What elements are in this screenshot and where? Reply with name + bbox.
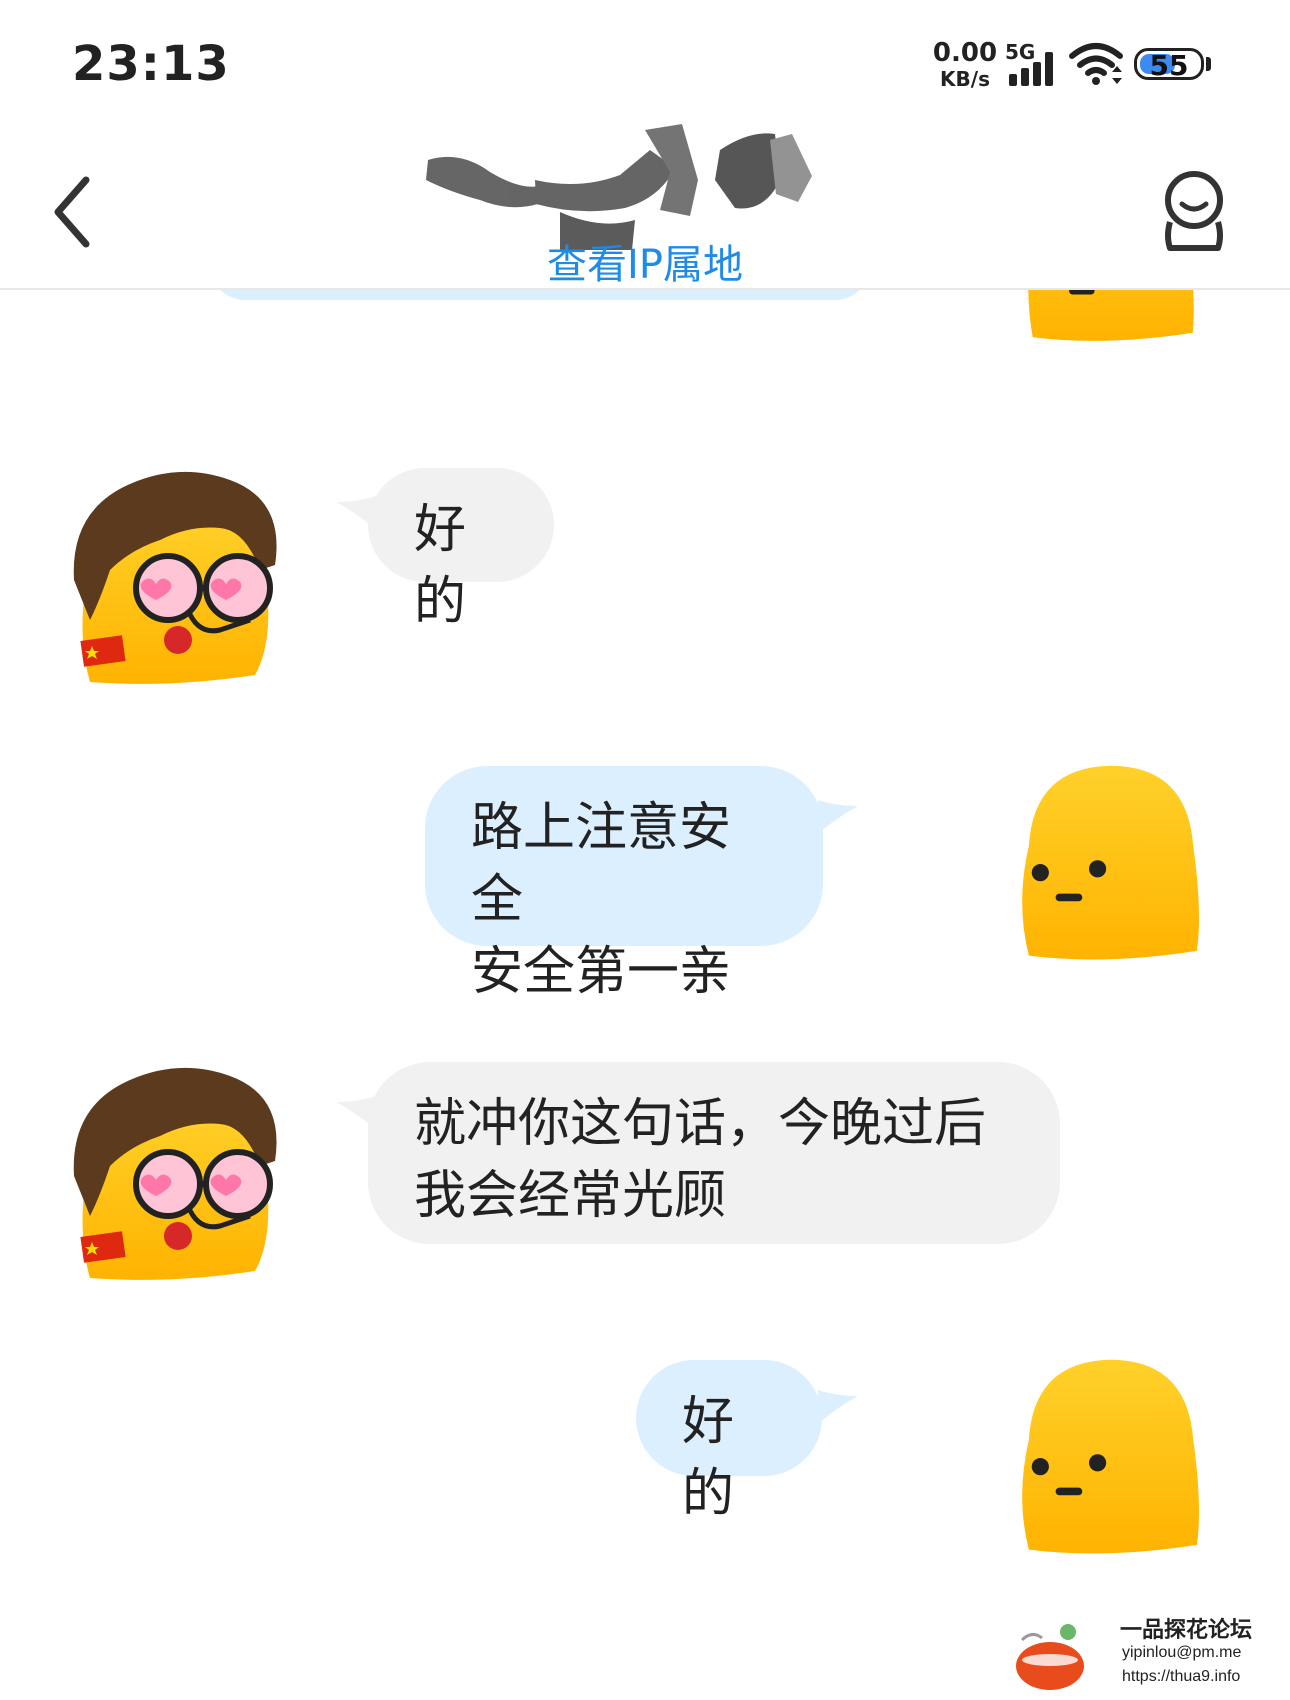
status-time: 23:13	[72, 36, 230, 92]
chat-message-list[interactable]: 好的 路上注意安全 安全第一亲 就冲你这句话，今晚过后 我会经常光顾 好的	[0, 290, 1290, 1700]
battery-cap	[1206, 57, 1211, 71]
message-text: 好的	[414, 500, 467, 632]
my-avatar[interactable]	[1005, 1354, 1215, 1564]
battery-level: 55	[1149, 49, 1189, 82]
message-bubble-outgoing[interactable]: 好的	[636, 1360, 822, 1524]
message-text-line: 我会经常光顾	[414, 1166, 727, 1226]
forum-watermark: 一品探花论坛 yipinlou@pm.me https://thua9.info	[1012, 1604, 1290, 1700]
message-text: 好的	[682, 1392, 735, 1524]
battery-icon: 55	[1134, 48, 1204, 82]
network-speed: 0.00 KB/s	[930, 40, 1000, 92]
wifi-icon	[1069, 43, 1123, 85]
view-ip-location-link[interactable]: 查看IP属地	[0, 232, 1290, 290]
bubble-tail	[818, 1390, 858, 1424]
status-bar: 23:13 0.00 KB/s 5G 55	[0, 0, 1290, 120]
message-text-line: 安全第一亲	[471, 942, 732, 1002]
chat-header: 查看IP属地	[0, 120, 1290, 290]
network-speed-value: 0.00	[932, 38, 998, 68]
watermark-url: https://thua9.info	[1122, 1668, 1241, 1685]
contact-avatar[interactable]	[70, 1066, 280, 1286]
message-bubble-incoming[interactable]: 就冲你这句话，今晚过后 我会经常光顾	[368, 1062, 1060, 1244]
my-avatar[interactable]	[1005, 760, 1215, 970]
cellular-signal-icon: 5G	[1005, 40, 1065, 90]
contact-avatar[interactable]	[70, 470, 280, 690]
watermark-email: yipinlou@pm.me	[1122, 1644, 1242, 1661]
watermark-title: 一品探花论坛	[1120, 1618, 1253, 1643]
message-text-line: 路上注意安全	[471, 798, 732, 930]
bubble-tail	[818, 800, 858, 834]
forum-logo	[1016, 1624, 1084, 1690]
profile-button[interactable]	[1158, 170, 1230, 252]
my-avatar-partial	[1028, 290, 1194, 341]
contact-name-redacted	[426, 124, 812, 250]
message-bubble-partial	[210, 290, 870, 300]
message-bubble-outgoing[interactable]: 路上注意安全 安全第一亲	[425, 766, 823, 1002]
message-bubble-incoming[interactable]: 好的	[368, 468, 554, 632]
network-speed-unit: KB/s	[940, 67, 990, 91]
network-type-label: 5G	[1005, 40, 1036, 64]
message-text-line: 就冲你这句话，今晚过后	[414, 1094, 987, 1154]
